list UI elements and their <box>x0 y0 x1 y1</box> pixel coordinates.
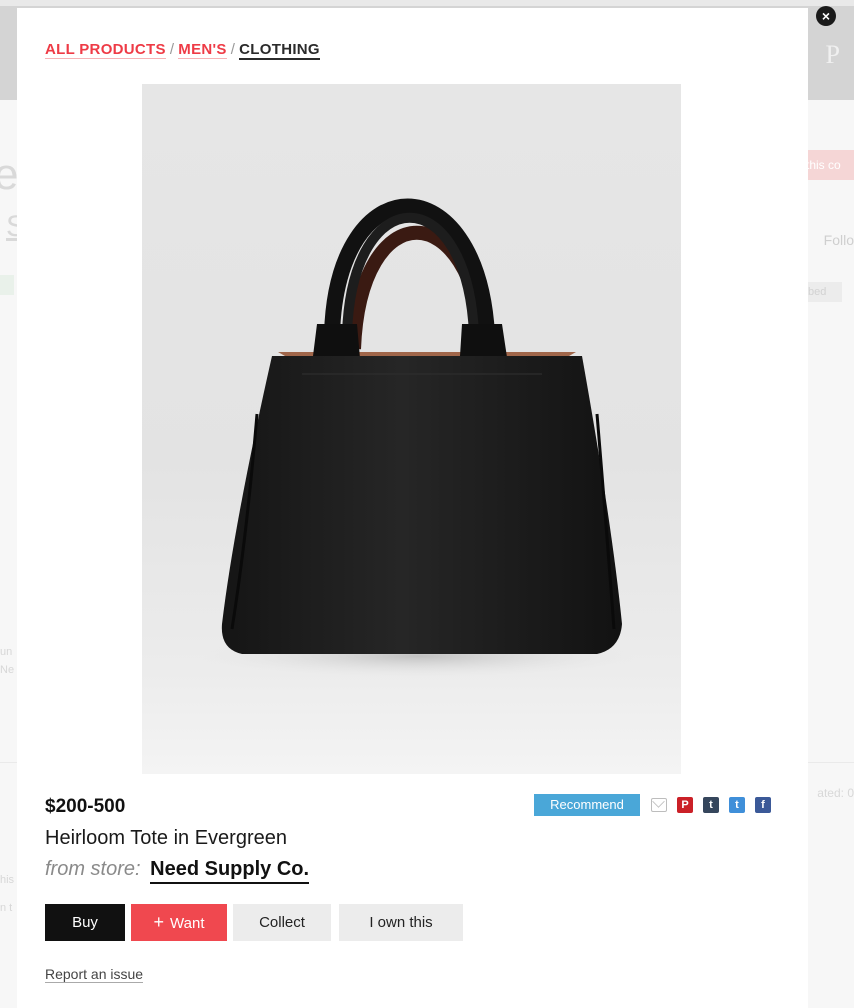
pinterest-share-icon[interactable]: P <box>677 797 693 813</box>
tote-bag-image <box>198 198 638 678</box>
twitter-share-icon[interactable]: t <box>729 797 745 813</box>
from-store-label: from store: <box>45 858 141 880</box>
background-dated-text: ated: 0 <box>817 786 854 800</box>
want-button[interactable]: + Want <box>131 904 227 941</box>
own-this-button[interactable]: I own this <box>339 904 463 941</box>
background-text-fragment: Ne <box>0 664 15 676</box>
breadcrumb-all-products[interactable]: ALL PRODUCTS <box>45 41 166 59</box>
email-share-icon[interactable] <box>651 798 667 812</box>
share-icons: P t t f <box>651 797 771 813</box>
background-button: this co <box>804 150 854 180</box>
breadcrumb-separator: / <box>230 41 236 58</box>
background-text-fragment: his <box>0 874 15 886</box>
tumblr-share-icon[interactable]: t <box>703 797 719 813</box>
plus-icon: + <box>153 912 165 932</box>
background-text-fragment: n t <box>0 902 13 914</box>
facebook-share-icon[interactable]: f <box>755 797 771 813</box>
background-tag <box>0 275 14 295</box>
recommend-button[interactable]: Recommend <box>534 794 640 816</box>
breadcrumb-mens[interactable]: MEN'S <box>178 41 227 59</box>
product-image[interactable] <box>142 84 681 774</box>
collect-button[interactable]: Collect <box>233 904 331 941</box>
want-label: Want <box>170 915 205 932</box>
report-issue-link[interactable]: Report an issue <box>45 966 144 983</box>
background-divider <box>808 762 854 763</box>
product-modal: ALL PRODUCTS / MEN'S / CLOTHING $200-500… <box>17 8 808 1008</box>
product-store: from store: Need Supply Co. <box>45 858 310 884</box>
breadcrumb-clothing[interactable]: CLOTHING <box>239 41 320 60</box>
product-price: $200-500 <box>45 796 126 817</box>
background-follow-text: Follo <box>823 232 854 248</box>
background-heading-fragment: e <box>0 150 19 199</box>
breadcrumb: ALL PRODUCTS / MEN'S / CLOTHING <box>45 41 320 60</box>
breadcrumb-separator: / <box>169 41 175 58</box>
buy-button[interactable]: Buy <box>45 904 125 941</box>
store-link[interactable]: Need Supply Co. <box>150 858 310 884</box>
action-buttons: Buy + Want Collect I own this <box>45 904 463 941</box>
background-text-fragment: un <box>0 646 13 658</box>
background-subscribed-badge: bed <box>804 282 842 302</box>
product-title: Heirloom Tote in Evergreen <box>45 827 287 849</box>
close-icon[interactable]: × <box>816 6 836 26</box>
